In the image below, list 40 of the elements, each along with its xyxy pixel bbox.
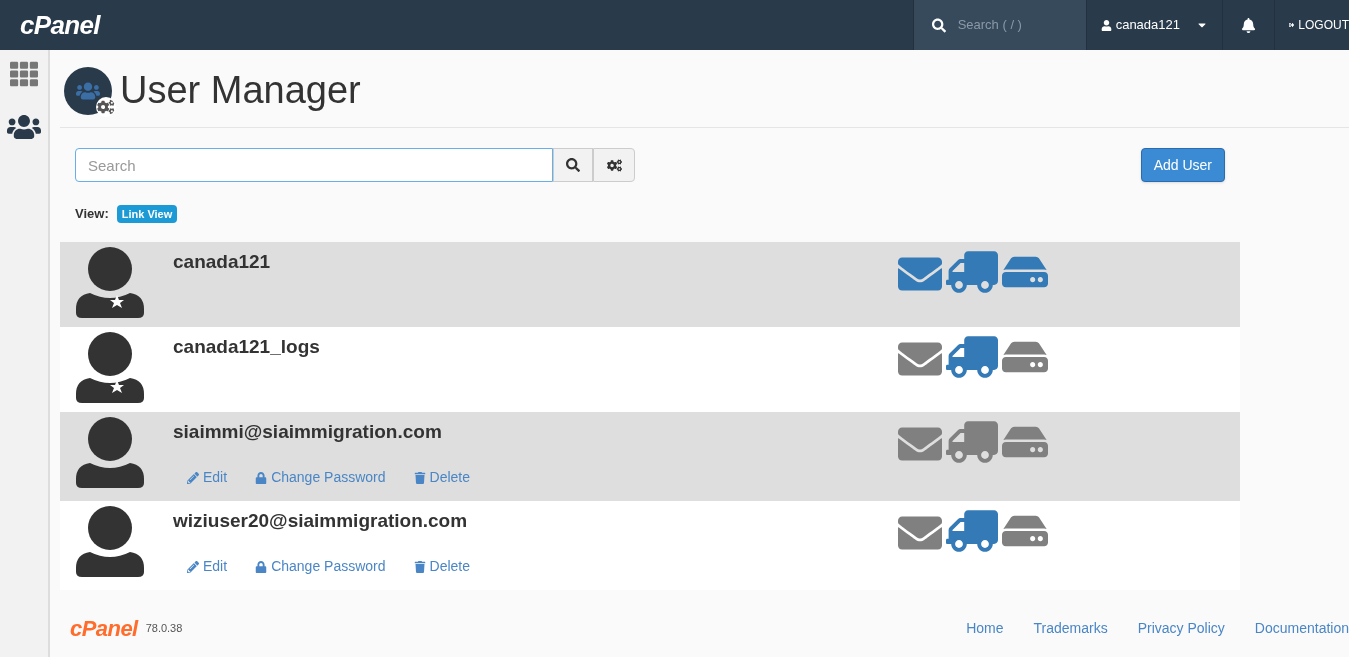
lock-icon bbox=[255, 560, 268, 573]
search-icon bbox=[931, 17, 946, 33]
password-link[interactable]: Change Password bbox=[255, 467, 386, 488]
username: wiziuser20@siaimmigration.com bbox=[173, 508, 469, 533]
cpanel-logo: cPanel bbox=[70, 614, 138, 643]
header-search-field[interactable]: Search ( / ) bbox=[957, 15, 1068, 35]
search-field[interactable]: Search bbox=[75, 148, 553, 182]
link-view-badge[interactable]: Link View bbox=[116, 204, 178, 223]
footer-link[interactable]: Trademarks bbox=[1033, 617, 1108, 639]
user-icon bbox=[1100, 19, 1112, 31]
username: canada121 bbox=[173, 249, 272, 274]
pencil-icon bbox=[187, 471, 199, 484]
footer-link[interactable]: Documentation bbox=[1254, 617, 1349, 639]
settings-button[interactable] bbox=[593, 148, 635, 182]
username: canada121_logs bbox=[173, 334, 321, 359]
bell-icon bbox=[1241, 17, 1256, 33]
header-search-box[interactable]: Search ( / ) bbox=[912, 0, 1086, 50]
password-link[interactable]: Change Password bbox=[255, 556, 386, 577]
edit-link[interactable]: Edit bbox=[187, 467, 228, 488]
trash-icon bbox=[413, 560, 426, 573]
delete-link[interactable]: Delete bbox=[413, 467, 470, 488]
footer-link[interactable]: Privacy Policy bbox=[1137, 617, 1225, 639]
trash-icon bbox=[413, 471, 426, 484]
user-menu[interactable]: canada121 bbox=[1085, 0, 1222, 50]
logout-button[interactable]: LOGOUT bbox=[1274, 0, 1349, 50]
username: siaimmi@siaimmigration.com bbox=[173, 419, 443, 444]
add-user-button[interactable]: Add User bbox=[1140, 148, 1225, 182]
edit-link[interactable]: Edit bbox=[187, 556, 228, 577]
pencil-icon bbox=[187, 560, 199, 573]
search-icon bbox=[566, 158, 580, 172]
cpanel-logo[interactable]: cPanel bbox=[20, 5, 100, 45]
page-title: User Manager bbox=[120, 68, 361, 113]
version-text: 78.0.38 bbox=[145, 620, 183, 636]
footer-link[interactable]: Home bbox=[966, 617, 1004, 639]
grid-icon[interactable] bbox=[10, 60, 38, 88]
view-label: View: bbox=[75, 205, 109, 223]
search-button[interactable] bbox=[553, 148, 593, 182]
lock-icon bbox=[255, 471, 268, 484]
settings-icon bbox=[606, 157, 622, 173]
delete-link[interactable]: Delete bbox=[413, 556, 470, 577]
